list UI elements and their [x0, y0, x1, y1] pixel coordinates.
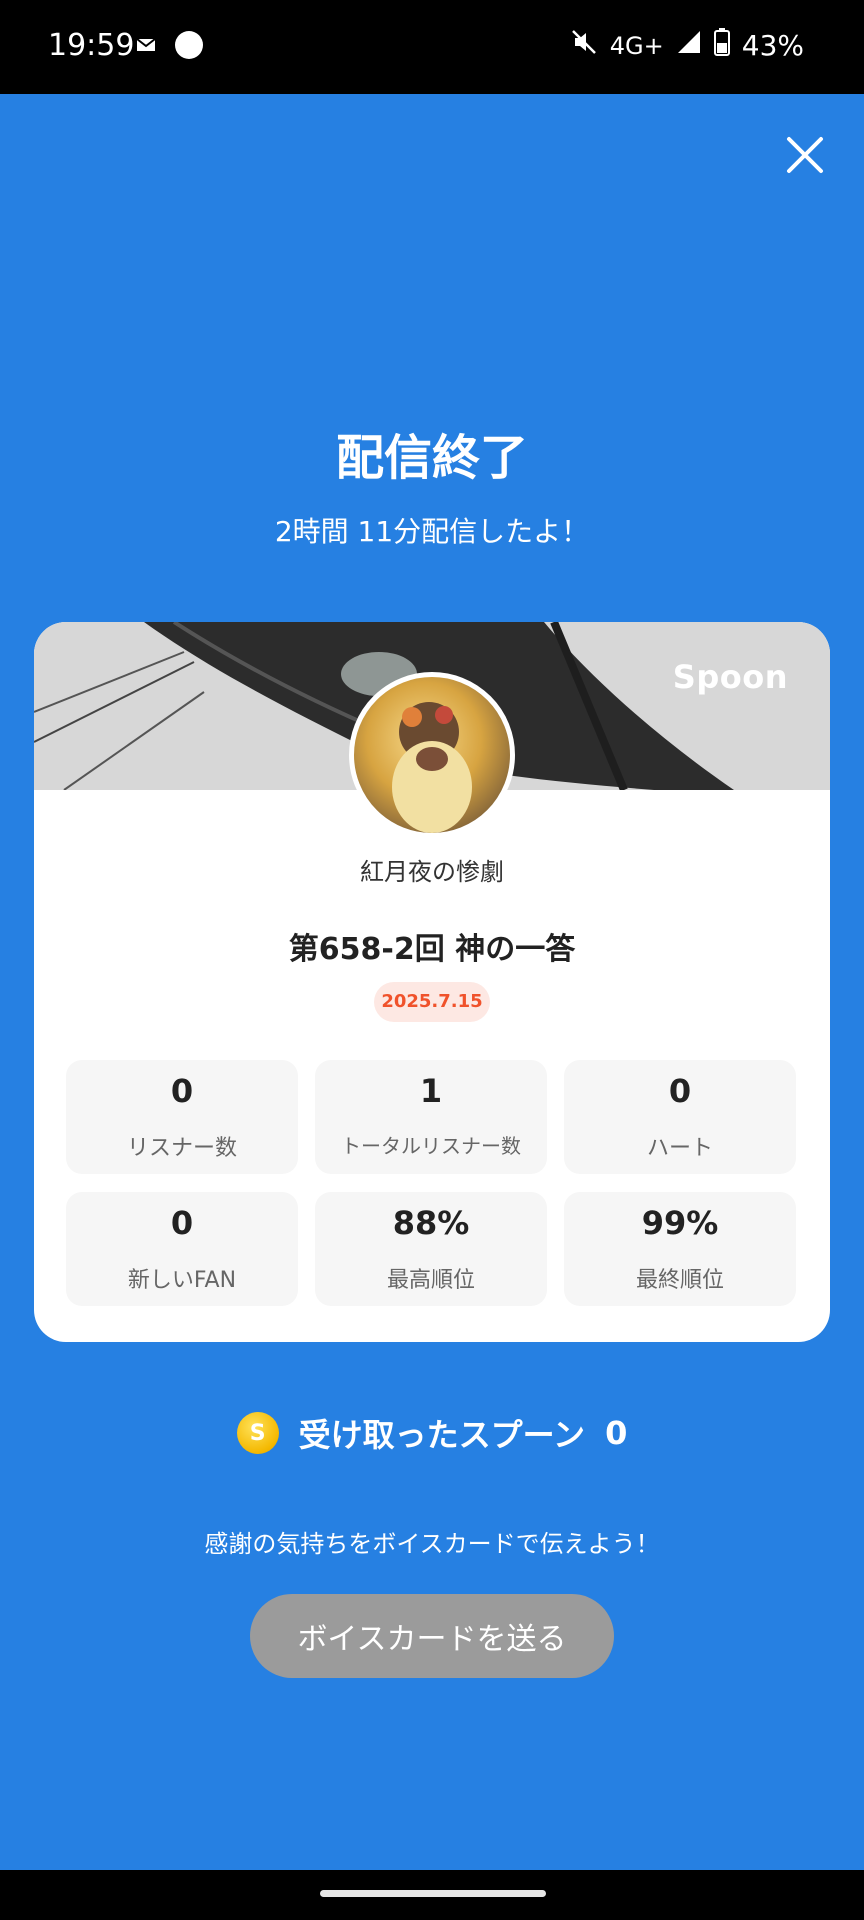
stat-label: 最終順位 — [635, 1268, 724, 1293]
broadcast-summary-card: Spoon 紅月夜の惨劇 第658-2回 神の一答 2025.7.15 0 リス… — [34, 622, 830, 1342]
battery-percent: 43% — [741, 29, 804, 62]
stat-value: 0 — [170, 1072, 194, 1110]
home-indicator[interactable] — [320, 1890, 546, 1897]
spoon-coin-icon: S — [236, 1412, 279, 1454]
stat-label: リスナー数 — [126, 1136, 237, 1161]
status-time: 19:59 — [48, 28, 135, 63]
stat-value: 1 — [419, 1072, 443, 1110]
send-voice-card-button[interactable]: ボイスカードを送る — [250, 1594, 614, 1678]
broadcast-title: 第658-2回 神の一答 — [288, 932, 576, 967]
stat-highest-rank: 88% 最高順位 — [315, 1192, 547, 1306]
stat-value: 88% — [392, 1204, 470, 1242]
received-spoons: S 受け取ったスプーン 0 — [0, 1410, 864, 1456]
broadcast-duration: 2時間 11分配信したよ！ — [274, 515, 590, 548]
stat-label: トータルリスナー数 — [341, 1134, 521, 1158]
spoon-logo: Spoon — [672, 658, 788, 696]
stat-hearts: 0 ハート — [564, 1060, 796, 1174]
close-icon — [786, 136, 824, 178]
signal-icon — [676, 29, 702, 62]
network-label: 4G+ — [609, 31, 664, 60]
status-left-icons — [134, 30, 204, 64]
stat-total-listeners: 1 トータルリスナー数 — [315, 1060, 547, 1174]
received-spoons-count: 0 — [605, 1414, 628, 1452]
mute-icon — [570, 28, 598, 63]
received-spoons-label: 受け取ったスプーン — [298, 1416, 586, 1454]
page-title: 配信終了 — [335, 430, 528, 486]
notification-mail-icon — [134, 33, 158, 61]
stat-value: 0 — [668, 1072, 692, 1110]
stat-new-fans: 0 新しいFAN — [66, 1192, 298, 1306]
stat-label: ハート — [646, 1136, 713, 1161]
stat-label: 最高順位 — [386, 1268, 475, 1293]
close-button[interactable] — [780, 132, 830, 182]
circle-dot-icon — [174, 30, 204, 64]
status-right: 4G+ 43% — [570, 28, 804, 63]
stat-label: 新しいFAN — [127, 1268, 237, 1293]
stat-value: 99% — [641, 1204, 719, 1242]
stat-value: 0 — [170, 1204, 194, 1242]
status-bar: 19:59 4G+ 43% — [0, 0, 864, 94]
username: 紅月夜の惨劇 — [360, 858, 504, 886]
stat-listeners: 0 リスナー数 — [66, 1060, 298, 1174]
battery-icon — [713, 28, 730, 63]
thanks-message: 感謝の気持ちをボイスカードで伝えよう！ — [204, 1530, 660, 1558]
stats-grid: 0 リスナー数 1 トータルリスナー数 0 ハート 0 新しいFAN 88% 最… — [66, 1060, 798, 1306]
date-badge: 2025.7.15 — [374, 982, 490, 1022]
stat-final-rank: 99% 最終順位 — [564, 1192, 796, 1306]
avatar — [349, 672, 515, 838]
